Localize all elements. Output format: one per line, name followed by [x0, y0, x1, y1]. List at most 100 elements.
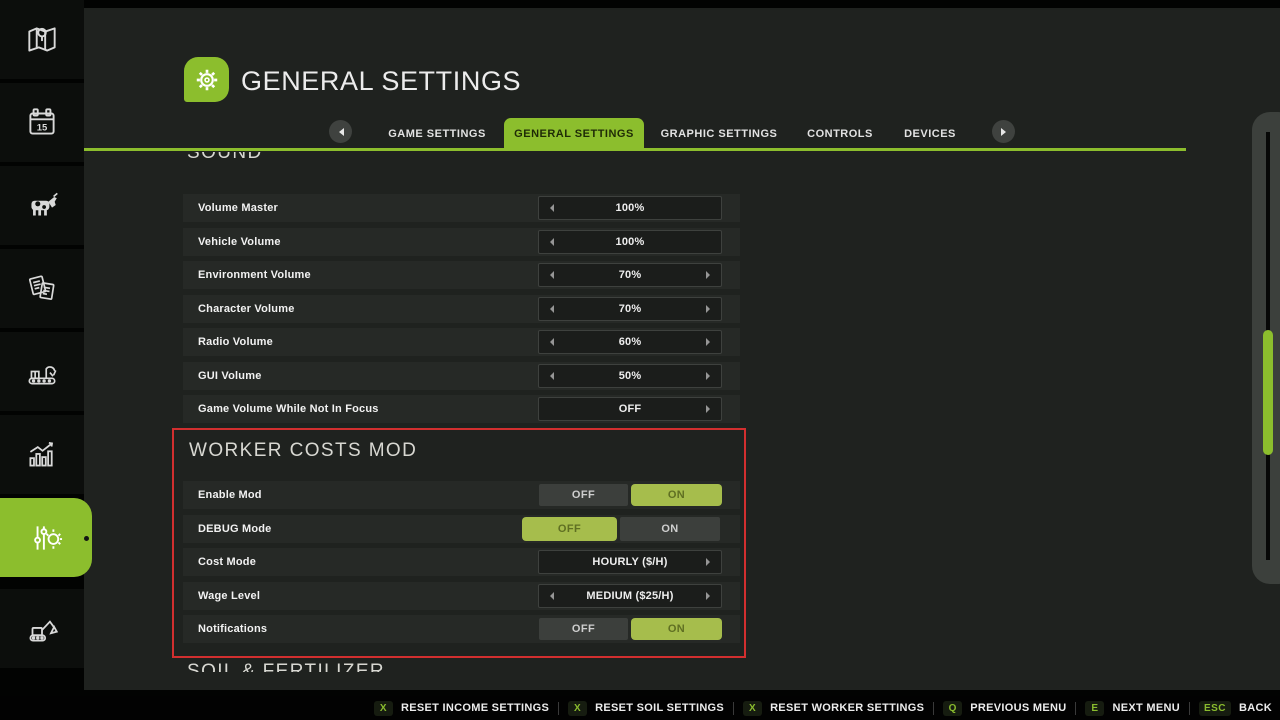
- notifications-on-button[interactable]: ON: [631, 618, 722, 640]
- setting-label: Enable Mod: [198, 481, 262, 509]
- decrease-arrow-icon[interactable]: [546, 592, 554, 600]
- chevron-right-icon: [1001, 128, 1010, 136]
- radio-volume-stepper[interactable]: 60%: [538, 330, 722, 354]
- tabs-next-button[interactable]: [992, 120, 1015, 143]
- volume-master-stepper[interactable]: 100%: [538, 196, 722, 220]
- decrease-arrow-icon[interactable]: [546, 204, 554, 212]
- setting-label: Environment Volume: [198, 261, 311, 289]
- setting-row-gui-volume: GUI Volume 50%: [183, 362, 740, 390]
- sidebar-item-animals[interactable]: [0, 166, 84, 245]
- hotkey-label: PREVIOUS MENU: [970, 702, 1066, 714]
- section-title-sound: SOUND: [187, 152, 263, 164]
- increase-arrow-icon[interactable]: [706, 372, 714, 380]
- key-e-badge: E: [1085, 701, 1104, 716]
- hotkey-label: RESET WORKER SETTINGS: [770, 702, 924, 714]
- cost-mode-stepper[interactable]: HOURLY ($/H): [538, 550, 722, 574]
- environment-volume-stepper[interactable]: 70%: [538, 263, 722, 287]
- increase-arrow-icon[interactable]: [706, 305, 714, 313]
- enable-mod-on-button[interactable]: ON: [631, 484, 722, 506]
- reset-income-settings-button[interactable]: X RESET INCOME SETTINGS: [374, 701, 549, 716]
- gear-icon: [191, 64, 223, 96]
- decrease-arrow-icon[interactable]: [546, 238, 554, 246]
- key-esc-badge: ESC: [1199, 701, 1231, 716]
- stepper-value: 50%: [554, 370, 706, 382]
- increase-arrow-icon[interactable]: [706, 592, 714, 600]
- hotkey-label: RESET SOIL SETTINGS: [595, 702, 724, 714]
- setting-row-vehicle-volume: Vehicle Volume 100%: [183, 228, 740, 256]
- stepper-value: 100%: [554, 236, 706, 248]
- setting-label: Volume Master: [198, 194, 278, 222]
- divider: [733, 702, 734, 715]
- divider: [1189, 702, 1190, 715]
- tab-game-settings[interactable]: GAME SETTINGS: [388, 118, 486, 151]
- gui-volume-stepper[interactable]: 50%: [538, 364, 722, 388]
- setting-row-cost-mode: Cost Mode HOURLY ($/H): [183, 548, 740, 576]
- sidebar-menu: 15: [0, 0, 84, 662]
- animals-icon: [23, 187, 61, 225]
- sidebar-item-statistics[interactable]: [0, 415, 84, 494]
- decrease-arrow-icon[interactable]: [546, 372, 554, 380]
- vehicle-volume-stepper[interactable]: 100%: [538, 230, 722, 254]
- section-title-soil-fertilizer: SOIL & FERTILIZER: [187, 661, 385, 672]
- stepper-value: 70%: [554, 303, 706, 315]
- increase-arrow-icon[interactable]: [706, 558, 714, 566]
- scrollbar-thumb[interactable]: [1263, 330, 1273, 455]
- reset-worker-settings-button[interactable]: X RESET WORKER SETTINGS: [743, 701, 924, 716]
- key-x-badge: X: [743, 701, 762, 716]
- tab-controls[interactable]: CONTROLS: [807, 118, 873, 151]
- setting-row-wage-level: Wage Level MEDIUM ($25/H): [183, 582, 740, 610]
- tab-general-settings-active[interactable]: GENERAL SETTINGS: [504, 118, 644, 151]
- increase-arrow-icon[interactable]: [706, 405, 714, 413]
- divider: [558, 702, 559, 715]
- game-volume-focus-stepper[interactable]: OFF: [538, 397, 722, 421]
- settings-icon: [27, 519, 65, 557]
- sidebar-item-contracts[interactable]: [0, 249, 84, 328]
- wage-level-stepper[interactable]: MEDIUM ($25/H): [538, 584, 722, 608]
- sidebar-item-settings-active[interactable]: [0, 498, 92, 577]
- setting-row-debug-mode: DEBUG Mode OFF ON: [183, 515, 740, 543]
- setting-row-radio-volume: Radio Volume 60%: [183, 328, 740, 356]
- page-title: GENERAL SETTINGS: [241, 60, 521, 102]
- worker-rows: Enable Mod OFF ON DEBUG Mode OFF ON Cost…: [183, 481, 740, 643]
- debug-mode-off-button[interactable]: OFF: [522, 517, 617, 541]
- setting-label: Game Volume While Not In Focus: [198, 395, 379, 423]
- game-settings-screen: 15: [0, 0, 1280, 720]
- setting-label: Character Volume: [198, 295, 295, 323]
- setting-row-notifications: Notifications OFF ON: [183, 615, 740, 643]
- section-title-worker-costs-mod: WORKER COSTS MOD: [189, 440, 417, 462]
- construction-icon: [23, 610, 61, 648]
- reset-soil-settings-button[interactable]: X RESET SOIL SETTINGS: [568, 701, 724, 716]
- divider: [1075, 702, 1076, 715]
- stepper-value: 60%: [554, 336, 706, 348]
- production-icon: [23, 353, 61, 391]
- increase-arrow-icon[interactable]: [706, 271, 714, 279]
- sidebar-item-production[interactable]: [0, 332, 84, 411]
- stepper-value: 70%: [554, 269, 706, 281]
- sidebar-item-map[interactable]: [0, 0, 84, 79]
- character-volume-stepper[interactable]: 70%: [538, 297, 722, 321]
- decrease-arrow-icon[interactable]: [546, 305, 554, 313]
- previous-menu-button[interactable]: Q PREVIOUS MENU: [943, 701, 1066, 716]
- decrease-arrow-icon[interactable]: [546, 271, 554, 279]
- decrease-arrow-icon[interactable]: [546, 338, 554, 346]
- stepper-value: 100%: [554, 202, 706, 214]
- notifications-off-button[interactable]: OFF: [539, 618, 628, 640]
- calendar-day: 15: [37, 122, 48, 133]
- enable-mod-off-button[interactable]: OFF: [539, 484, 628, 506]
- increase-arrow-icon[interactable]: [706, 338, 714, 346]
- setting-label: Vehicle Volume: [198, 228, 281, 256]
- debug-mode-on-button[interactable]: ON: [620, 517, 720, 541]
- setting-label: Radio Volume: [198, 328, 273, 356]
- sound-rows: Volume Master 100% Vehicle Volume 100%: [183, 194, 740, 423]
- tab-devices[interactable]: DEVICES: [904, 118, 956, 151]
- map-icon: [23, 21, 61, 59]
- sidebar-item-calendar[interactable]: 15: [0, 83, 84, 162]
- settings-scroll-area: SOUND Volume Master 100% Vehicle Volume …: [84, 152, 784, 672]
- tab-graphic-settings[interactable]: GRAPHIC SETTINGS: [661, 118, 778, 151]
- hotkey-bar: X RESET INCOME SETTINGS X RESET SOIL SET…: [0, 696, 1280, 720]
- next-menu-button[interactable]: E NEXT MENU: [1085, 701, 1179, 716]
- tabs-previous-button[interactable]: [329, 120, 352, 143]
- back-button[interactable]: ESC BACK: [1199, 701, 1272, 716]
- setting-row-environment-volume: Environment Volume 70%: [183, 261, 740, 289]
- sidebar-item-construction[interactable]: [0, 589, 84, 668]
